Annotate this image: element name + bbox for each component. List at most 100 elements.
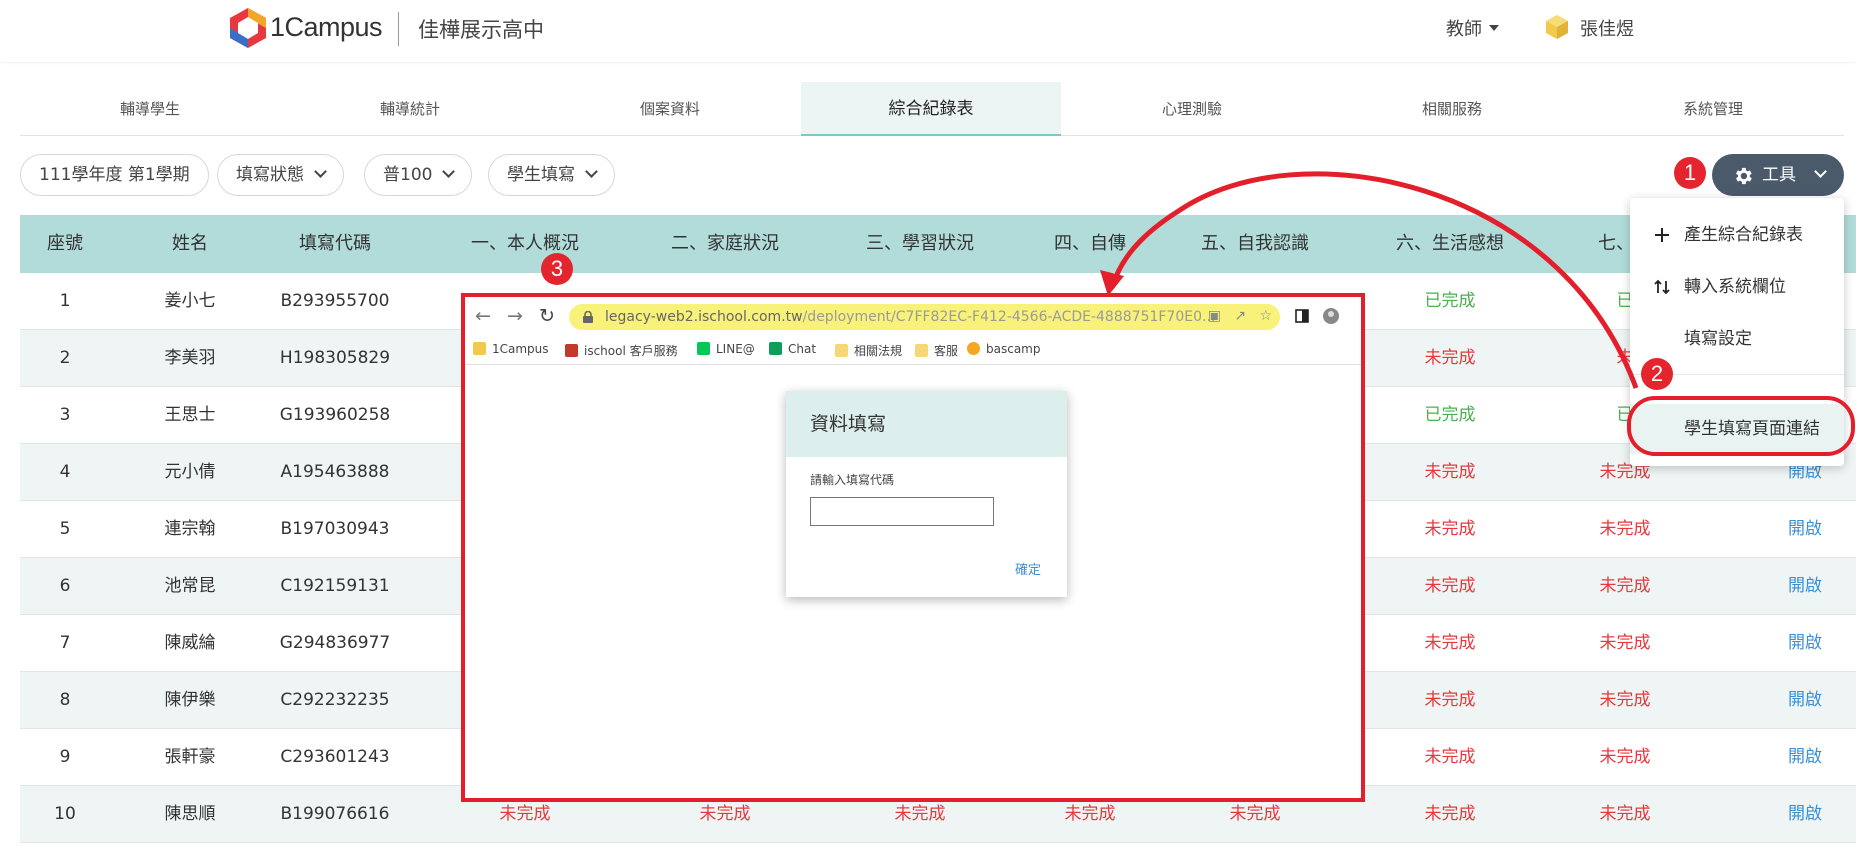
open-link[interactable]: 開啟 <box>1760 501 1850 558</box>
browser-toolbar: ← → ↻ legacy-web2.ischool.com.tw/deploym… <box>465 297 1361 335</box>
menu-item-label: 填寫設定 <box>1684 329 1752 349</box>
swap-vertical-icon <box>1654 279 1670 295</box>
section-7-status: 未完成 <box>1599 690 1651 710</box>
writer-filter[interactable]: 學生填寫 <box>488 154 615 196</box>
menu-fill-settings[interactable]: 填寫設定 <box>1630 314 1844 364</box>
dialog-title: 資料填寫 <box>786 391 1067 457</box>
col-section-5: 五、自我認識 <box>1201 233 1309 254</box>
section-7-status: 未完成 <box>1599 747 1651 767</box>
brand-divider <box>398 12 399 46</box>
gear-icon <box>1736 167 1752 185</box>
tools-label: 工具 <box>1762 165 1796 185</box>
1campus-logo-icon <box>230 8 266 48</box>
chevron-down-icon <box>1814 165 1827 178</box>
student-name: 元小倩 <box>164 462 216 482</box>
side-panel-icon[interactable] <box>1295 309 1309 323</box>
annotation-badge: 3 <box>541 253 573 285</box>
fill-code: G294836977 <box>279 633 391 653</box>
translate-icon[interactable]: ▣ <box>1208 308 1221 324</box>
code-input[interactable] <box>810 497 994 526</box>
bookmark-line[interactable]: LINE@ <box>697 342 755 356</box>
bookmark-1campus[interactable]: 1Campus <box>473 342 549 356</box>
col-section-1: 一、本人概況 <box>471 233 579 254</box>
back-icon[interactable]: ← <box>475 305 491 327</box>
address-bar-icons: ▣ ↗ ☆ <box>1208 308 1272 324</box>
section-6-status: 未完成 <box>1424 348 1476 368</box>
tab-counseling-stats[interactable]: 輔導統計 <box>280 82 540 136</box>
fill-code: C293601243 <box>280 747 390 767</box>
role-selector[interactable]: 教師 <box>1446 15 1482 41</box>
term-filter[interactable]: 111學年度 第1學期 <box>20 154 209 196</box>
tab-comprehensive-record[interactable]: 綜合紀錄表 <box>801 82 1061 136</box>
plus-icon <box>1655 228 1669 242</box>
seat-number: 3 <box>59 405 71 425</box>
bookmark-chat[interactable]: Chat <box>769 342 816 356</box>
section-6-status: 已完成 <box>1424 405 1476 425</box>
class-filter-label: 普100 <box>383 165 433 185</box>
address-bar[interactable]: legacy-web2.ischool.com.tw/deployment/C7… <box>569 304 1280 330</box>
seat-number: 10 <box>54 804 76 824</box>
fill-code: C192159131 <box>280 576 390 596</box>
tools-button[interactable]: 工具 <box>1712 154 1844 196</box>
main-tabs: 輔導學生 輔導統計 個案資料 綜合紀錄表 心理測驗 相關服務 系統管理 <box>20 82 1844 136</box>
bookmark-label: bascamp <box>986 342 1041 356</box>
section-6-status: 未完成 <box>1424 633 1476 653</box>
user-avatar-icon[interactable] <box>1544 14 1570 40</box>
tab-related-services[interactable]: 相關服務 <box>1322 82 1582 136</box>
writer-filter-label: 學生填寫 <box>507 165 575 185</box>
profile-icon[interactable] <box>1321 307 1341 325</box>
fill-code: B293955700 <box>280 291 390 311</box>
col-code: 填寫代碼 <box>299 233 371 254</box>
chevron-down-icon <box>442 165 456 178</box>
student-name: 連宗翰 <box>164 519 216 539</box>
section-7-status: 未完成 <box>1599 633 1651 653</box>
menu-import-fields[interactable]: 轉入系統欄位 <box>1630 262 1844 312</box>
tab-psych-test[interactable]: 心理測驗 <box>1062 82 1322 136</box>
menu-generate-record[interactable]: 產生綜合紀錄表 <box>1630 210 1844 260</box>
open-link[interactable]: 開啟 <box>1760 558 1850 615</box>
open-link[interactable]: 開啟 <box>1760 615 1850 672</box>
term-filter-label: 111學年度 第1學期 <box>39 165 190 185</box>
chevron-down-icon <box>585 165 598 178</box>
reload-icon[interactable]: ↻ <box>539 305 555 327</box>
tab-case-data[interactable]: 個案資料 <box>540 82 800 136</box>
url-host: legacy-web2.ischool.com.tw <box>605 309 803 325</box>
user-name[interactable]: 張佳煜 <box>1580 15 1634 41</box>
fill-code: B199076616 <box>280 804 390 824</box>
fill-code: G193960258 <box>279 405 391 425</box>
tab-counseling-students[interactable]: 輔導學生 <box>20 82 280 136</box>
student-name: 陳思順 <box>164 804 216 824</box>
confirm-button[interactable]: 確定 <box>1015 559 1041 578</box>
url-path: /deployment/C7FF82EC-F412-4566-ACDE-4888… <box>802 309 1216 325</box>
status-filter[interactable]: 填寫狀態 <box>217 154 344 196</box>
open-link[interactable]: 開啟 <box>1760 786 1850 843</box>
seat-number: 1 <box>59 291 71 311</box>
chevron-down-icon <box>314 165 327 178</box>
caret-down-icon[interactable] <box>1489 25 1499 31</box>
open-link[interactable]: 開啟 <box>1760 729 1850 786</box>
bookmark-ischool-service[interactable]: ischool 客戶服務 <box>565 342 678 359</box>
bookmark-star-icon[interactable]: ☆ <box>1259 308 1272 324</box>
tab-system-admin[interactable]: 系統管理 <box>1583 82 1843 136</box>
fill-code: A195463888 <box>280 462 390 482</box>
col-section-4: 四、自傳 <box>1054 233 1126 254</box>
student-name: 姜小七 <box>164 291 216 311</box>
share-icon[interactable]: ↗ <box>1234 308 1246 324</box>
bookmark-laws[interactable]: 相關法規 <box>835 342 902 359</box>
bookmark-label: LINE@ <box>716 342 755 356</box>
section-6-status: 未完成 <box>1424 576 1476 596</box>
bookmark-support[interactable]: 客服 <box>915 342 958 359</box>
folder-icon <box>835 344 848 357</box>
class-filter[interactable]: 普100 <box>364 154 473 196</box>
highlight-student-link <box>1627 396 1855 456</box>
student-name: 陳伊樂 <box>164 690 216 710</box>
bookmark-favicon-icon <box>967 342 980 355</box>
student-name: 池常昆 <box>164 576 216 596</box>
table-header: 座號 姓名 填寫代碼 一、本人概況 二、家庭狀況 三、學習狀況 四、自傳 五、自… <box>20 215 1856 273</box>
student-name: 李美羽 <box>164 348 216 368</box>
forward-icon[interactable]: → <box>507 305 523 327</box>
open-link[interactable]: 開啟 <box>1760 672 1850 729</box>
seat-number: 2 <box>59 348 71 368</box>
bookmark-basecamp[interactable]: bascamp <box>967 342 1040 356</box>
col-seat: 座號 <box>47 233 83 254</box>
